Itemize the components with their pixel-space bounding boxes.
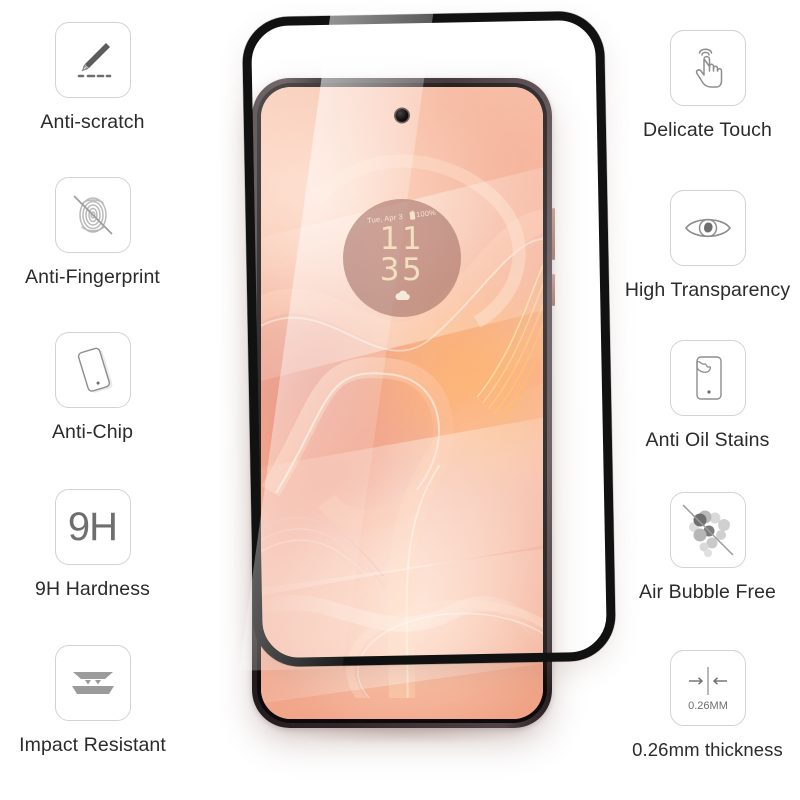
phone-screen: Tue, Apr 3 100% 11 35 [261,87,543,719]
feature-delicate-touch[interactable]: Delicate Touch [615,30,800,142]
fingerprint-blocked-icon [54,177,131,253]
eye-icon [669,190,746,266]
clock-widget[interactable]: Tue, Apr 3 100% 11 35 [343,199,461,317]
impact-layers-icon [54,645,131,721]
feature-label: 9H Hardness [35,578,150,600]
date-label: Tue, Apr 3 [367,211,404,226]
power-button [551,274,555,306]
clock-minutes: 35 [379,252,425,288]
feature-anti-chip[interactable]: Anti-Chip [0,332,185,444]
hardness-value: 9H [67,504,118,549]
feature-label: Air Bubble Free [639,581,776,603]
tempered-glass-protector [241,10,617,668]
bubbles-blocked-icon [669,492,746,568]
feature-label: 0.26mm thickness [632,739,783,760]
phone-bezel: Tue, Apr 3 100% 11 35 [257,83,547,723]
phone-drop-shadow [262,722,548,744]
feature-label: Anti Oil Stains [645,429,770,451]
front-camera-icon [395,109,409,122]
feature-impact-resistant[interactable]: Impact Resistant [0,645,185,757]
battery-status: 100% [409,207,437,220]
feature-thickness[interactable]: 0.26MM 0.26mm thickness [615,650,800,761]
feature-label: Anti-Chip [51,421,134,443]
thickness-value: 0.26MM [688,700,728,712]
knife-scratch-icon [54,22,131,98]
feature-label: High Transparency [624,279,791,301]
cloud-icon [394,290,410,300]
feature-label: Delicate Touch [643,119,772,141]
wallpaper [261,87,543,719]
oil-stain-phone-icon [669,340,746,416]
feature-anti-oil-stains[interactable]: Anti Oil Stains [615,340,800,452]
tap-hand-icon [669,30,746,106]
feature-9h-hardness[interactable]: 9H 9H Hardness [0,489,185,601]
tilted-phone-icon [54,332,131,408]
right-feature-column: Delicate Touch High Transparency Anti Oi… [615,0,800,800]
wallpaper-swirls [261,154,543,698]
feature-anti-scratch[interactable]: Anti-scratch [0,22,185,134]
feature-label: Anti-Fingerprint [25,266,160,288]
feature-anti-fingerprint[interactable]: Anti-Fingerprint [0,177,185,289]
status-row: Tue, Apr 3 100% [367,208,437,225]
feature-label: Impact Resistant [19,734,166,756]
feature-label: Anti-scratch [40,111,145,133]
left-feature-column: Anti-scratch Anti-Fingerprint Anti-Chip … [0,0,185,800]
clock-hours: 11 [379,221,425,257]
thickness-gauge-icon: 0.26MM [669,650,746,726]
feature-air-bubble-free[interactable]: Air Bubble Free [615,492,800,604]
battery-icon [409,210,416,220]
smartphone: Tue, Apr 3 100% 11 35 [252,78,555,728]
feature-high-transparency[interactable]: High Transparency [615,190,800,302]
battery-percent: 100% [416,207,437,220]
hardness-9h-icon: 9H [54,489,131,565]
volume-button [551,208,555,260]
